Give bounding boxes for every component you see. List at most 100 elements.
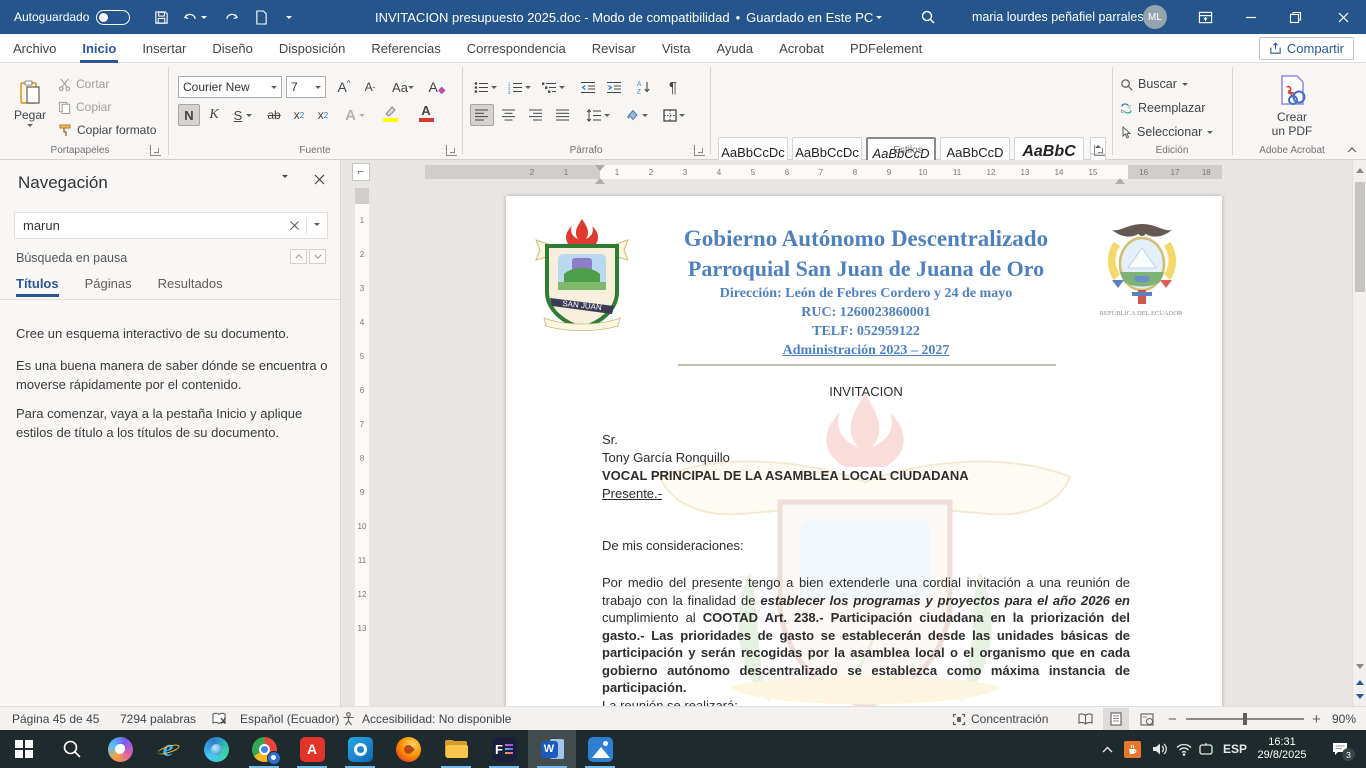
tab-ayuda[interactable]: Ayuda xyxy=(703,34,766,63)
page-indicator[interactable]: Página 45 de 45 xyxy=(12,707,99,731)
search-options-dropdown-icon[interactable] xyxy=(314,223,320,229)
font-size-dropdown-icon[interactable] xyxy=(315,86,321,92)
numbering-button[interactable]: 123 xyxy=(504,76,534,98)
scroll-up-icon[interactable] xyxy=(1353,162,1366,177)
align-right-button[interactable] xyxy=(524,104,548,126)
line-spacing-button[interactable] xyxy=(582,104,614,126)
navigation-pane-dropdown-icon[interactable] xyxy=(282,178,288,196)
justify-button[interactable] xyxy=(551,104,575,126)
accessibility-status[interactable]: Accesibilidad: No disponible xyxy=(362,707,511,731)
tray-clock[interactable]: 16:31 29/8/2025 xyxy=(1252,730,1312,768)
italic-button[interactable]: K xyxy=(203,104,225,126)
tab-inicio[interactable]: Inicio xyxy=(69,34,129,63)
taskbar-file-explorer-button[interactable] xyxy=(432,730,480,768)
scroll-down-icon[interactable] xyxy=(1353,658,1366,673)
borders-button[interactable] xyxy=(658,104,690,126)
format-painter-button[interactable]: Copiar formato xyxy=(58,119,156,141)
sort-button[interactable]: AZ xyxy=(632,76,658,98)
save-icon[interactable] xyxy=(148,0,174,34)
tab-revisar[interactable]: Revisar xyxy=(579,34,649,63)
read-mode-view-icon[interactable] xyxy=(1072,708,1098,731)
horizontal-ruler[interactable]: 21 123456789101112131415 161718 xyxy=(425,165,1222,179)
print-layout-view-icon[interactable] xyxy=(1103,708,1129,731)
decrease-indent-button[interactable] xyxy=(576,76,600,98)
account-name[interactable]: maria lourdes peñafiel parrales xyxy=(972,0,1144,34)
nav-tab-paginas[interactable]: Páginas xyxy=(85,276,132,296)
bullets-button[interactable] xyxy=(470,76,500,98)
font-name-dropdown-icon[interactable] xyxy=(271,86,277,92)
next-page-icon[interactable] xyxy=(1353,688,1366,703)
paragraph-dialog-launcher-icon[interactable] xyxy=(694,145,705,156)
underline-button[interactable]: S xyxy=(228,104,258,126)
tray-cast-icon[interactable] xyxy=(1194,730,1218,768)
strikethrough-button[interactable]: ab xyxy=(262,104,286,126)
word-count[interactable]: 7294 palabras xyxy=(120,707,196,731)
taskbar-filmora-button[interactable]: F xyxy=(480,730,528,768)
multilevel-list-button[interactable] xyxy=(538,76,568,98)
next-result-button[interactable] xyxy=(309,249,326,264)
redo-button[interactable] xyxy=(218,0,244,34)
replace-button[interactable]: bc Reemplazar xyxy=(1120,97,1205,119)
vertical-scrollbar[interactable] xyxy=(1352,160,1366,706)
grow-font-button[interactable]: A^ xyxy=(332,76,356,98)
paste-dropdown-icon[interactable] xyxy=(27,124,33,130)
tab-vista[interactable]: Vista xyxy=(649,34,704,63)
find-button[interactable]: Buscar xyxy=(1120,73,1188,95)
taskbar-word-button[interactable]: W xyxy=(528,730,576,768)
taskbar-photos-button[interactable] xyxy=(576,730,624,768)
show-paragraph-marks-button[interactable]: ¶ xyxy=(662,76,684,98)
zoom-slider-thumb[interactable] xyxy=(1243,713,1247,725)
share-button[interactable]: Compartir xyxy=(1259,37,1354,60)
navigation-search-box[interactable] xyxy=(14,212,328,239)
change-case-button[interactable]: Aa xyxy=(388,76,418,98)
clipboard-dialog-launcher-icon[interactable] xyxy=(150,145,161,156)
tray-show-hidden-icons[interactable] xyxy=(1096,730,1118,768)
superscript-button[interactable]: x2 xyxy=(312,104,334,126)
underline-dropdown-icon[interactable] xyxy=(246,114,252,120)
tab-stop-selector[interactable]: ⌐ xyxy=(352,163,370,181)
nav-tab-titulos[interactable]: Títulos xyxy=(16,276,59,296)
font-color-button[interactable]: A xyxy=(410,102,442,124)
taskbar-copilot-button[interactable] xyxy=(96,730,144,768)
accessibility-icon[interactable] xyxy=(342,707,355,731)
align-center-button[interactable] xyxy=(497,104,521,126)
ribbon-display-options-icon[interactable] xyxy=(1183,0,1228,34)
tab-referencias[interactable]: Referencias xyxy=(358,34,453,63)
tab-acrobat[interactable]: Acrobat xyxy=(766,34,837,63)
create-pdf-button[interactable]: Crear un PDF xyxy=(1252,71,1332,141)
tab-archivo[interactable]: Archivo xyxy=(0,34,69,63)
taskbar-outlook-button[interactable] xyxy=(336,730,384,768)
taskbar-chrome-button[interactable] xyxy=(240,730,288,768)
undo-dropdown-icon[interactable] xyxy=(201,16,207,22)
styles-dialog-launcher-icon[interactable] xyxy=(1094,145,1105,156)
zoom-out-button[interactable]: − xyxy=(1168,707,1177,731)
nav-tab-resultados[interactable]: Resultados xyxy=(158,276,223,296)
font-dialog-launcher-icon[interactable] xyxy=(446,145,457,156)
shading-button[interactable] xyxy=(620,104,652,126)
tab-diseno[interactable]: Diseño xyxy=(199,34,265,63)
tab-correspondencia[interactable]: Correspondencia xyxy=(454,34,579,63)
tab-insertar[interactable]: Insertar xyxy=(129,34,199,63)
previous-result-button[interactable] xyxy=(290,249,307,264)
navigation-search-input[interactable] xyxy=(15,218,283,233)
zoom-percentage[interactable]: 90% xyxy=(1332,707,1356,731)
navigation-pane-close-icon[interactable] xyxy=(313,173,326,186)
touch-mode-icon[interactable] xyxy=(248,0,274,34)
saved-status-dropdown-icon[interactable] xyxy=(876,16,882,22)
zoom-slider[interactable] xyxy=(1186,718,1304,720)
tray-language-indicator[interactable]: ESP xyxy=(1218,730,1252,768)
font-name-combobox[interactable]: Courier New xyxy=(178,76,282,98)
undo-button[interactable] xyxy=(178,0,212,34)
document-page[interactable]: 7 SAN JUAN xyxy=(506,196,1222,706)
tray-java-icon[interactable] xyxy=(1120,730,1144,768)
search-icon[interactable] xyxy=(920,0,936,34)
minimize-button[interactable] xyxy=(1228,0,1273,34)
proofing-errors-icon[interactable] xyxy=(212,707,227,731)
subscript-button[interactable]: x2 xyxy=(288,104,310,126)
taskbar-firefox-button[interactable] xyxy=(384,730,432,768)
bold-button[interactable]: N xyxy=(178,104,200,126)
cut-button[interactable]: Cortar xyxy=(58,73,109,95)
web-layout-view-icon[interactable] xyxy=(1134,708,1160,731)
taskbar-acrobat-button[interactable]: A xyxy=(288,730,336,768)
tab-pdfelement[interactable]: PDFelement xyxy=(837,34,935,63)
